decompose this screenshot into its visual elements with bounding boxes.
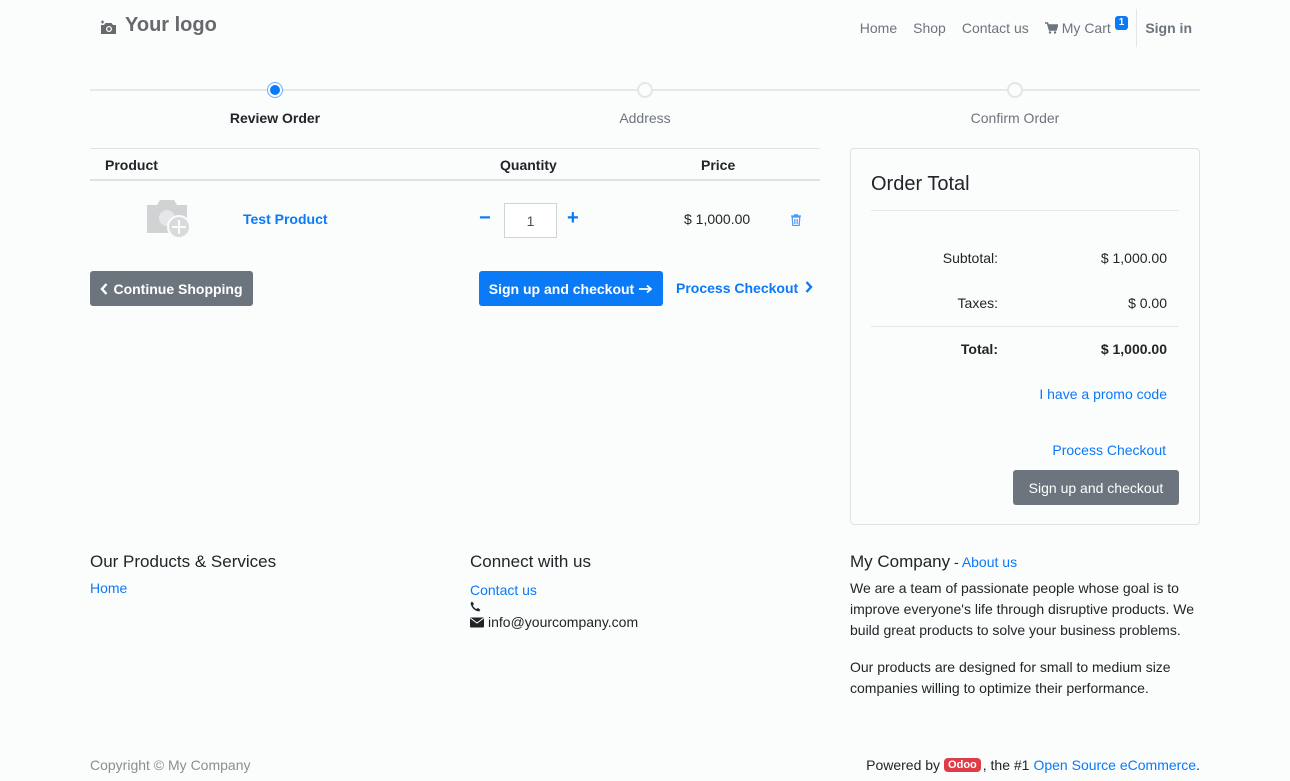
copyright: Copyright © My Company <box>90 757 251 773</box>
footer-heading: Our Products & Services <box>90 552 277 571</box>
nav-home[interactable]: Home <box>860 20 897 36</box>
sign-up-checkout-label: Sign up and checkout <box>488 280 635 297</box>
step-dot-active <box>267 82 283 98</box>
odoo-logo-badge[interactable]: Odoo <box>944 758 981 772</box>
footer-products-services: Our Products & Services Home <box>90 552 276 596</box>
footer-connect: Connect with us Contact us info@yourcomp… <box>470 552 638 633</box>
phone-icon <box>470 601 481 612</box>
product-price: $ 1,000.00 <box>684 211 751 227</box>
heading-separator: - <box>950 554 962 570</box>
powered-by-mid-text: , the #1 <box>982 757 1030 773</box>
footer-email: info@yourcompany.com <box>470 612 638 633</box>
step-address: Address <box>545 82 745 126</box>
total-label: Total: <box>960 341 998 357</box>
nav-shop[interactable]: Shop <box>913 20 946 36</box>
nav-divider <box>1136 8 1138 47</box>
site-header: Your logo Home Shop Contact us My Cart 1… <box>0 0 1290 55</box>
nav-cart[interactable]: My Cart 1 <box>1044 15 1129 36</box>
envelope-icon <box>470 617 484 628</box>
chevron-left-icon <box>100 282 108 295</box>
order-total-card: Order Total Subtotal: $ 1,000.00 Taxes: … <box>850 148 1200 525</box>
checkout-progress: Review Order Address Confirm Order <box>90 82 1200 132</box>
order-total-title: Order Total <box>871 173 970 195</box>
product-image-placeholder-icon <box>145 197 193 241</box>
quantity-input[interactable] <box>504 203 557 238</box>
subtotal-label: Subtotal: <box>942 250 998 266</box>
total-value: $ 1,000.00 <box>1100 341 1167 357</box>
cart-count-badge: 1 <box>1114 15 1129 30</box>
subtotal-value: $ 1,000.00 <box>1100 250 1167 266</box>
step-label: Review Order <box>229 110 321 126</box>
step-label: Address <box>619 110 671 126</box>
card-process-checkout-link[interactable]: Process Checkout <box>1052 442 1166 458</box>
divider <box>871 326 1179 327</box>
footer-heading: My Company - About us <box>850 552 1200 572</box>
process-checkout-label: Process Checkout <box>676 280 799 296</box>
logo-text: Your logo <box>125 14 217 36</box>
footer-my-company: My Company - About us We are a team of p… <box>850 552 1200 699</box>
powered-by-end: . <box>1196 757 1200 773</box>
table-header: Product Quantity Price <box>90 148 820 181</box>
divider <box>871 210 1179 211</box>
process-checkout-link[interactable]: Process Checkout <box>676 280 813 296</box>
powered-by: Powered by Odoo , the #1 Open Source eCo… <box>866 757 1200 773</box>
chevron-right-icon <box>805 281 813 293</box>
quantity-decrease-button[interactable]: − <box>479 208 491 228</box>
camera-icon <box>100 18 117 34</box>
company-name: My Company <box>850 552 951 571</box>
sign-up-checkout-button[interactable]: Sign up and checkout <box>479 271 663 306</box>
continue-shopping-button[interactable]: Continue Shopping <box>90 271 253 306</box>
step-review-order: Review Order <box>175 82 375 126</box>
cart-label: My Cart <box>1061 19 1111 36</box>
continue-shopping-label: Continue Shopping <box>113 280 243 297</box>
footer-phone <box>470 601 638 612</box>
column-header-product: Product <box>105 157 158 173</box>
powered-by-text: Powered by <box>866 757 941 773</box>
promo-code-link[interactable]: I have a promo code <box>1039 386 1167 402</box>
quantity-increase-button[interactable]: + <box>567 208 579 228</box>
taxes-label: Taxes: <box>957 295 998 311</box>
open-source-ecommerce-link[interactable]: Open Source eCommerce <box>1033 757 1196 773</box>
step-confirm-order: Confirm Order <box>915 82 1115 126</box>
footer-heading: Connect with us <box>470 552 591 571</box>
about-paragraph-1: We are a team of passionate people whose… <box>850 580 1195 638</box>
cart-icon <box>1044 21 1058 34</box>
email-address: info@yourcompany.com <box>488 614 639 630</box>
about-paragraph-2: Our products are designed for small to m… <box>850 659 1171 696</box>
column-header-quantity: Quantity <box>500 157 557 173</box>
footer-contact-link[interactable]: Contact us <box>470 580 537 601</box>
arrow-right-icon <box>639 284 653 293</box>
taxes-value: $ 0.00 <box>1128 295 1167 311</box>
step-label: Confirm Order <box>970 110 1060 126</box>
step-dot <box>637 82 653 98</box>
column-header-price: Price <box>701 157 736 173</box>
cart-table: Product Quantity Price Test Product − + … <box>90 148 820 254</box>
nav-contact[interactable]: Contact us <box>962 20 1029 36</box>
about-us-link[interactable]: About us <box>962 554 1017 570</box>
footer-home-link[interactable]: Home <box>90 580 127 596</box>
product-name-link[interactable]: Test Product <box>243 211 328 227</box>
card-sign-up-checkout-button[interactable]: Sign up and checkout <box>1013 470 1179 505</box>
table-row: Test Product − + $ 1,000.00 <box>90 181 820 254</box>
trash-icon[interactable] <box>791 213 801 227</box>
step-dot <box>1007 82 1023 98</box>
logo[interactable]: Your logo <box>100 14 217 37</box>
main-nav: Home Shop Contact us My Cart 1 Sign in <box>844 0 1192 55</box>
sign-in-link[interactable]: Sign in <box>1145 20 1192 36</box>
